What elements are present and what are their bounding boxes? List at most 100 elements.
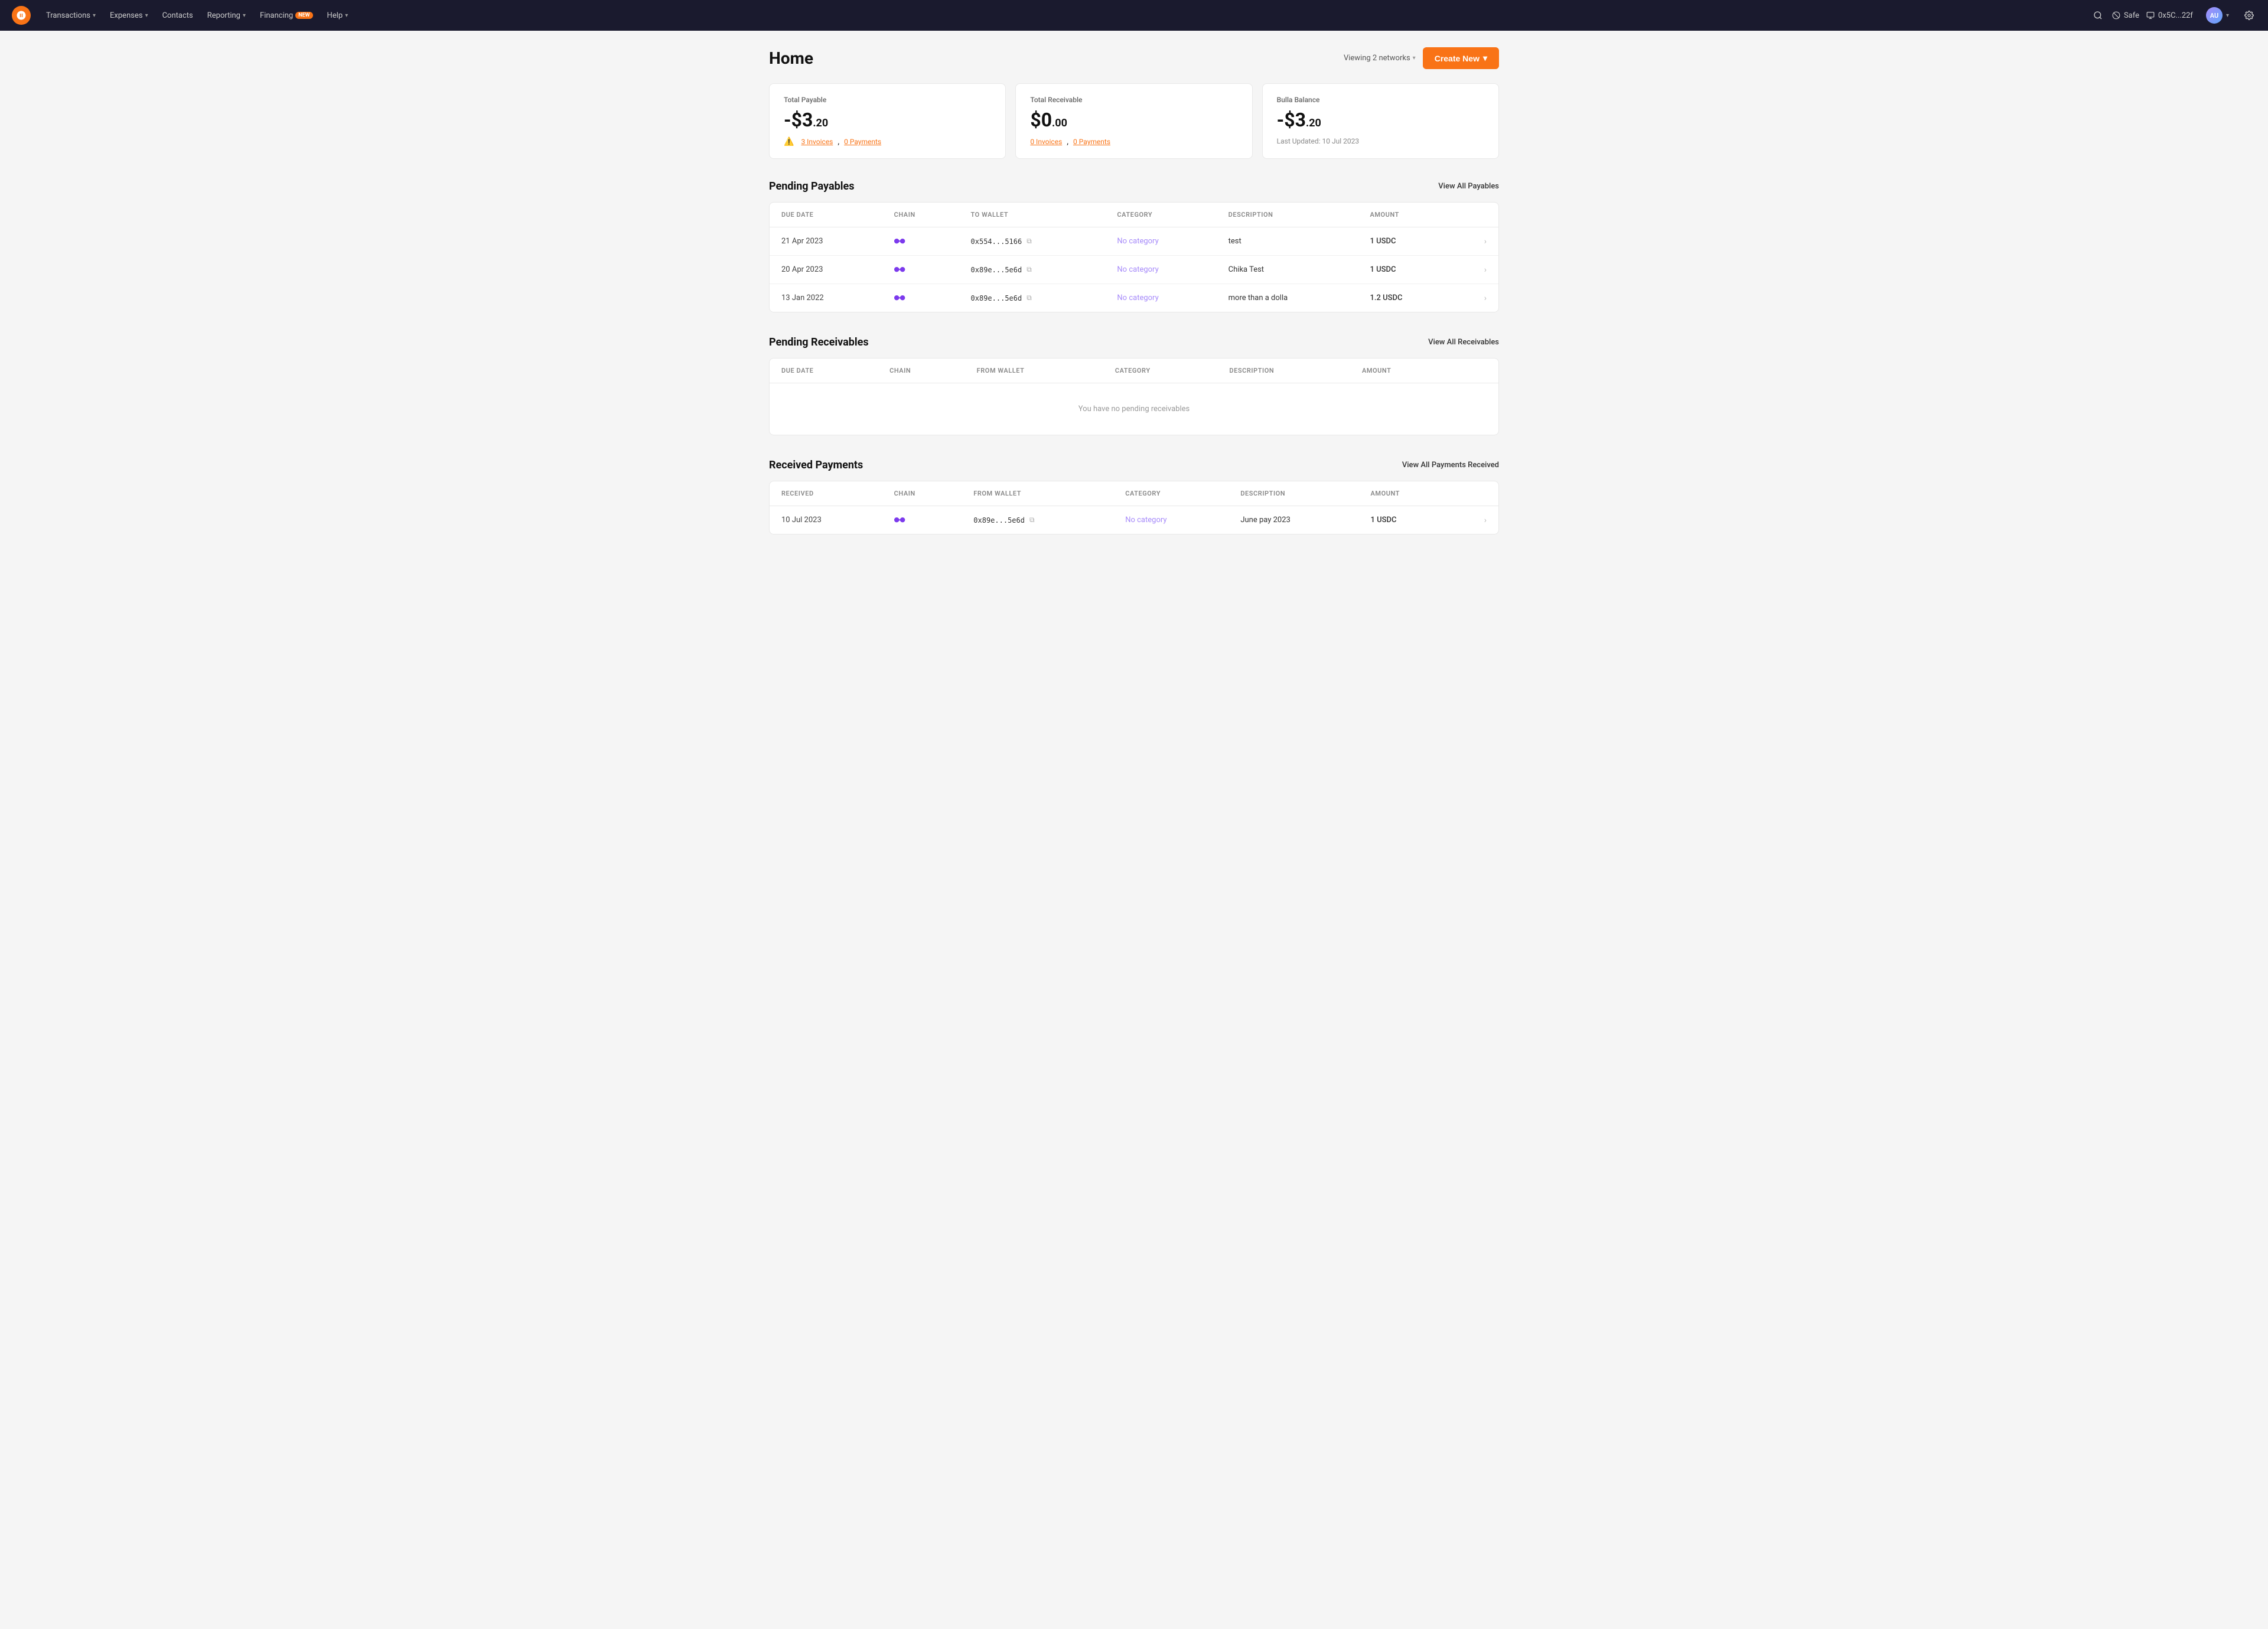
- receivable-payments-link[interactable]: 0 Payments: [1073, 138, 1110, 146]
- create-new-button[interactable]: Create New ▾: [1423, 47, 1499, 69]
- nav-transactions[interactable]: Transactions ▾: [40, 8, 102, 24]
- col-description: DESCRIPTION: [1217, 203, 1358, 227]
- col-action: [1452, 481, 1498, 506]
- col-category: CATEGORY: [1113, 481, 1228, 506]
- chevron-down-icon: ▾: [1413, 55, 1416, 61]
- bulla-balance-value: -$3.20: [1277, 109, 1484, 131]
- col-amount: AMOUNT: [1350, 359, 1452, 383]
- total-receivable-value: $0.00: [1030, 109, 1237, 131]
- chevron-down-icon: ▾: [243, 12, 246, 19]
- amount-cell: 1 USDC: [1359, 506, 1452, 535]
- table-row[interactable]: 13 Jan 2022 0x89e...5e6d⧉ No category mo…: [770, 284, 1498, 312]
- settings-button[interactable]: [2242, 8, 2256, 22]
- copy-wallet-button[interactable]: ⧉: [1025, 292, 1033, 304]
- row-chevron: ›: [1454, 256, 1498, 284]
- table-row[interactable]: 21 Apr 2023 0x554...5166⧉ No category te…: [770, 227, 1498, 256]
- col-to-wallet: TO WALLET: [959, 203, 1106, 227]
- col-category: CATEGORY: [1103, 359, 1218, 383]
- description-cell: June pay 2023: [1228, 506, 1358, 535]
- category-cell[interactable]: No category: [1105, 227, 1216, 256]
- col-description: DESCRIPTION: [1228, 481, 1358, 506]
- last-updated-text: Last Updated: 10 Jul 2023: [1277, 137, 1484, 145]
- polygon-icon: [894, 516, 906, 524]
- polygon-icon: [894, 294, 906, 302]
- wallet-cell: 0x554...5166⧉: [959, 227, 1106, 256]
- page-title: Home: [769, 48, 813, 68]
- search-button[interactable]: [2091, 8, 2105, 22]
- wallet-address[interactable]: 0x5C...22f: [2146, 11, 2193, 20]
- safe-indicator[interactable]: Safe: [2112, 11, 2139, 20]
- app-logo[interactable]: [12, 6, 31, 25]
- nav-contacts[interactable]: Contacts: [157, 8, 199, 24]
- warning-icon: ⚠️: [784, 137, 794, 146]
- pending-receivables-section: Pending Receivables View All Receivables…: [769, 336, 1499, 435]
- chevron-down-icon: ▾: [345, 12, 348, 19]
- wallet-address-cell: 0x89e...5e6d⧉: [971, 264, 1094, 275]
- category-cell[interactable]: No category: [1113, 506, 1228, 535]
- chain-cell: [882, 256, 959, 284]
- bulla-balance-card: Bulla Balance -$3.20 Last Updated: 10 Ju…: [1262, 83, 1499, 159]
- copy-wallet-button[interactable]: ⧉: [1025, 236, 1033, 247]
- chevron-down-icon: ▾: [2226, 12, 2229, 19]
- amount-cell: 1 USDC: [1358, 256, 1454, 284]
- row-chevron: ›: [1454, 227, 1498, 256]
- nav-help[interactable]: Help ▾: [321, 8, 354, 24]
- nav-financing[interactable]: Financing NEW: [254, 8, 319, 24]
- copy-wallet-button[interactable]: ⧉: [1028, 514, 1036, 526]
- amount-cell: 1 USDC: [1358, 227, 1454, 256]
- pending-receivables-title: Pending Receivables: [769, 336, 869, 348]
- table-row[interactable]: 10 Jul 2023 0x89e...5e6d⧉ No category Ju…: [770, 506, 1498, 535]
- nav-right-section: Safe 0x5C...22f AU ▾: [2091, 4, 2256, 27]
- polygon-icon: [894, 266, 906, 274]
- pending-payables-header: Pending Payables View All Payables: [769, 180, 1499, 193]
- col-chain: CHAIN: [882, 481, 962, 506]
- pending-receivables-table-container: DUE DATE CHAIN FROM WALLET CATEGORY DESC…: [769, 358, 1499, 435]
- description-cell: more than a dolla: [1217, 284, 1358, 312]
- viewing-networks-dropdown[interactable]: Viewing 2 networks ▾: [1344, 54, 1416, 63]
- chain-icon-container: [894, 266, 947, 274]
- received-payments-header: Received Payments View All Payments Rece…: [769, 459, 1499, 471]
- category-cell[interactable]: No category: [1105, 256, 1216, 284]
- invoices-link[interactable]: 3 Invoices: [801, 138, 833, 146]
- receivable-invoices-link[interactable]: 0 Invoices: [1030, 138, 1062, 146]
- nav-expenses[interactable]: Expenses ▾: [104, 8, 154, 24]
- wallet-cell: 0x89e...5e6d⧉: [959, 256, 1106, 284]
- col-action: [1452, 359, 1498, 383]
- col-amount: AMOUNT: [1358, 203, 1454, 227]
- total-payable-card: Total Payable -$3.20 ⚠️ 3 Invoices , 0 P…: [769, 83, 1006, 159]
- receivables-header-row: DUE DATE CHAIN FROM WALLET CATEGORY DESC…: [770, 359, 1498, 383]
- wallet-address-cell: 0x89e...5e6d⧉: [971, 292, 1094, 304]
- col-chain: CHAIN: [878, 359, 965, 383]
- total-payable-label: Total Payable: [784, 96, 991, 104]
- chain-cell: [882, 506, 962, 535]
- total-receivable-links: 0 Invoices , 0 Payments: [1030, 137, 1237, 146]
- view-all-payables-link[interactable]: View All Payables: [1438, 182, 1499, 191]
- copy-wallet-button[interactable]: ⧉: [1025, 264, 1033, 275]
- table-row[interactable]: 20 Apr 2023 0x89e...5e6d⧉ No category Ch…: [770, 256, 1498, 284]
- chevron-down-icon: ▾: [1483, 53, 1487, 63]
- due-date-cell: 21 Apr 2023: [770, 227, 882, 256]
- view-all-payments-link[interactable]: View All Payments Received: [1402, 461, 1499, 470]
- amount-cell: 1.2 USDC: [1358, 284, 1454, 312]
- nav-reporting[interactable]: Reporting ▾: [201, 8, 252, 24]
- page-header-right: Viewing 2 networks ▾ Create New ▾: [1344, 47, 1499, 69]
- payments-link[interactable]: 0 Payments: [844, 138, 881, 146]
- col-category: CATEGORY: [1105, 203, 1216, 227]
- payables-header-row: DUE DATE CHAIN TO WALLET CATEGORY DESCRI…: [770, 203, 1498, 227]
- received-payments-table: RECEIVED CHAIN FROM WALLET CATEGORY DESC…: [770, 481, 1498, 534]
- view-all-receivables-link[interactable]: View All Receivables: [1428, 338, 1499, 347]
- received-date-cell: 10 Jul 2023: [770, 506, 882, 535]
- pending-payables-table: DUE DATE CHAIN TO WALLET CATEGORY DESCRI…: [770, 203, 1498, 312]
- chain-icon-container: [894, 516, 950, 524]
- pending-receivables-header: Pending Receivables View All Receivables: [769, 336, 1499, 348]
- chain-icon-container: [894, 237, 947, 246]
- avatar: AU: [2206, 7, 2223, 24]
- user-avatar-button[interactable]: AU ▾: [2200, 4, 2235, 27]
- category-cell[interactable]: No category: [1105, 284, 1216, 312]
- row-chevron: ›: [1454, 284, 1498, 312]
- received-payments-section: Received Payments View All Payments Rece…: [769, 459, 1499, 535]
- col-action: [1454, 203, 1498, 227]
- wallet-cell: 0x89e...5e6d⧉: [962, 506, 1113, 535]
- chevron-down-icon: ▾: [93, 12, 96, 19]
- empty-message: You have no pending receivables: [770, 383, 1498, 435]
